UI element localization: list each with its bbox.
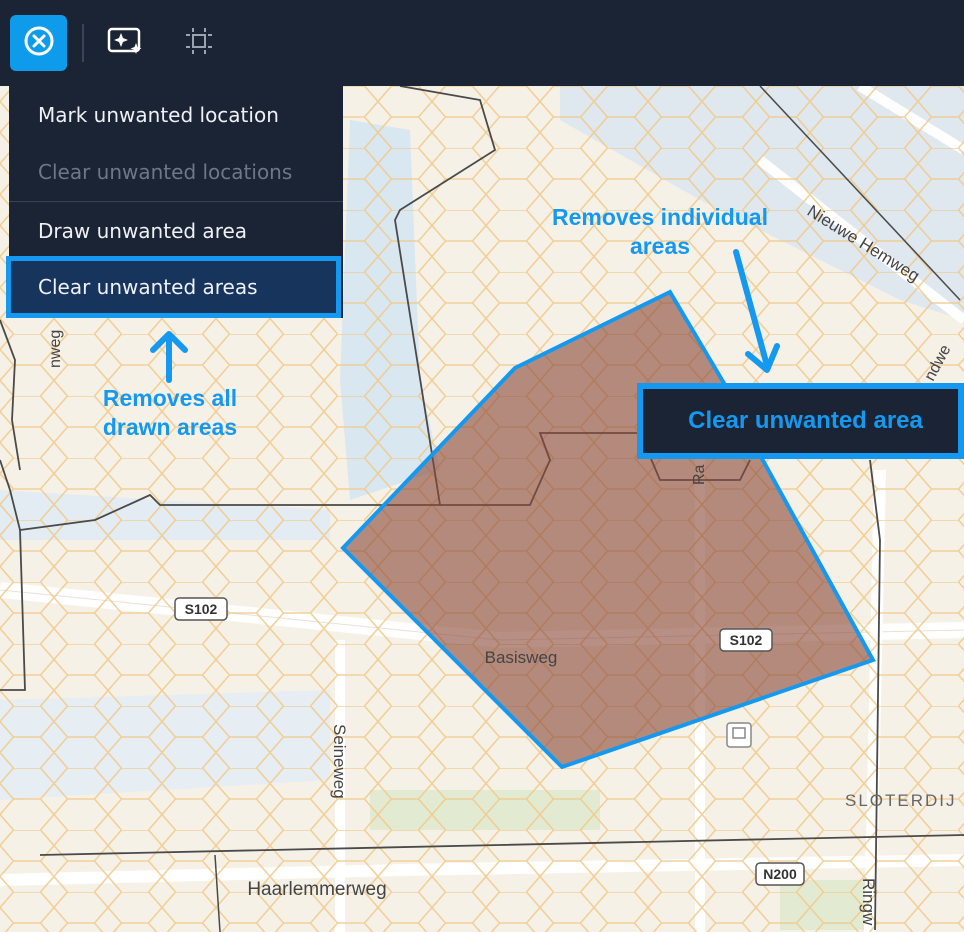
street-label-ra: Ra (691, 464, 708, 485)
toolbar-divider (82, 24, 84, 62)
menu-item-draw-unwanted-area[interactable]: Draw unwanted area (9, 202, 343, 259)
clear-unwanted-area-button[interactable]: Clear unwanted area (637, 383, 964, 459)
annotation-line: drawn areas (102, 414, 238, 440)
close-circle-icon (23, 25, 55, 61)
unwanted-mode-button[interactable] (10, 15, 67, 71)
ai-suggest-button[interactable] (97, 15, 154, 71)
toolbar (0, 0, 964, 86)
road-label-s102-left: S102 (185, 601, 218, 617)
street-label-left: nweg (47, 330, 64, 368)
road-label-s102-right: S102 (730, 632, 763, 648)
annotation-removes-all: Removes all drawn areas (70, 384, 270, 442)
annotation-line: areas (629, 233, 691, 259)
district-label-sloterdijk: SLOTERDIJ (845, 791, 957, 810)
selection-frame-button[interactable] (170, 15, 227, 71)
select-frame-icon (184, 26, 214, 60)
street-label-basisweg: Basisweg (485, 648, 558, 667)
menu-item-mark-unwanted-location[interactable]: Mark unwanted location (9, 86, 343, 143)
menu-item-clear-unwanted-locations: Clear unwanted locations (38, 159, 293, 184)
unwanted-menu: Mark unwanted location Clear unwanted lo… (6, 86, 343, 318)
annotation-line: Removes all (102, 385, 238, 411)
street-label-ringweg: Ringw (859, 878, 878, 926)
annotation-line: Removes individual (551, 204, 768, 230)
train-station-icon (726, 722, 752, 748)
annotation-removes-individual: Removes individual areas (530, 203, 790, 261)
menu-item-clear-unwanted-areas[interactable]: Clear unwanted areas (6, 256, 341, 318)
street-label-seineweg: Seineweg (330, 724, 349, 799)
street-label-haarlemmerweg: Haarlemmerweg (247, 879, 386, 900)
ai-image-icon (107, 25, 145, 61)
road-label-n200: N200 (763, 866, 797, 882)
